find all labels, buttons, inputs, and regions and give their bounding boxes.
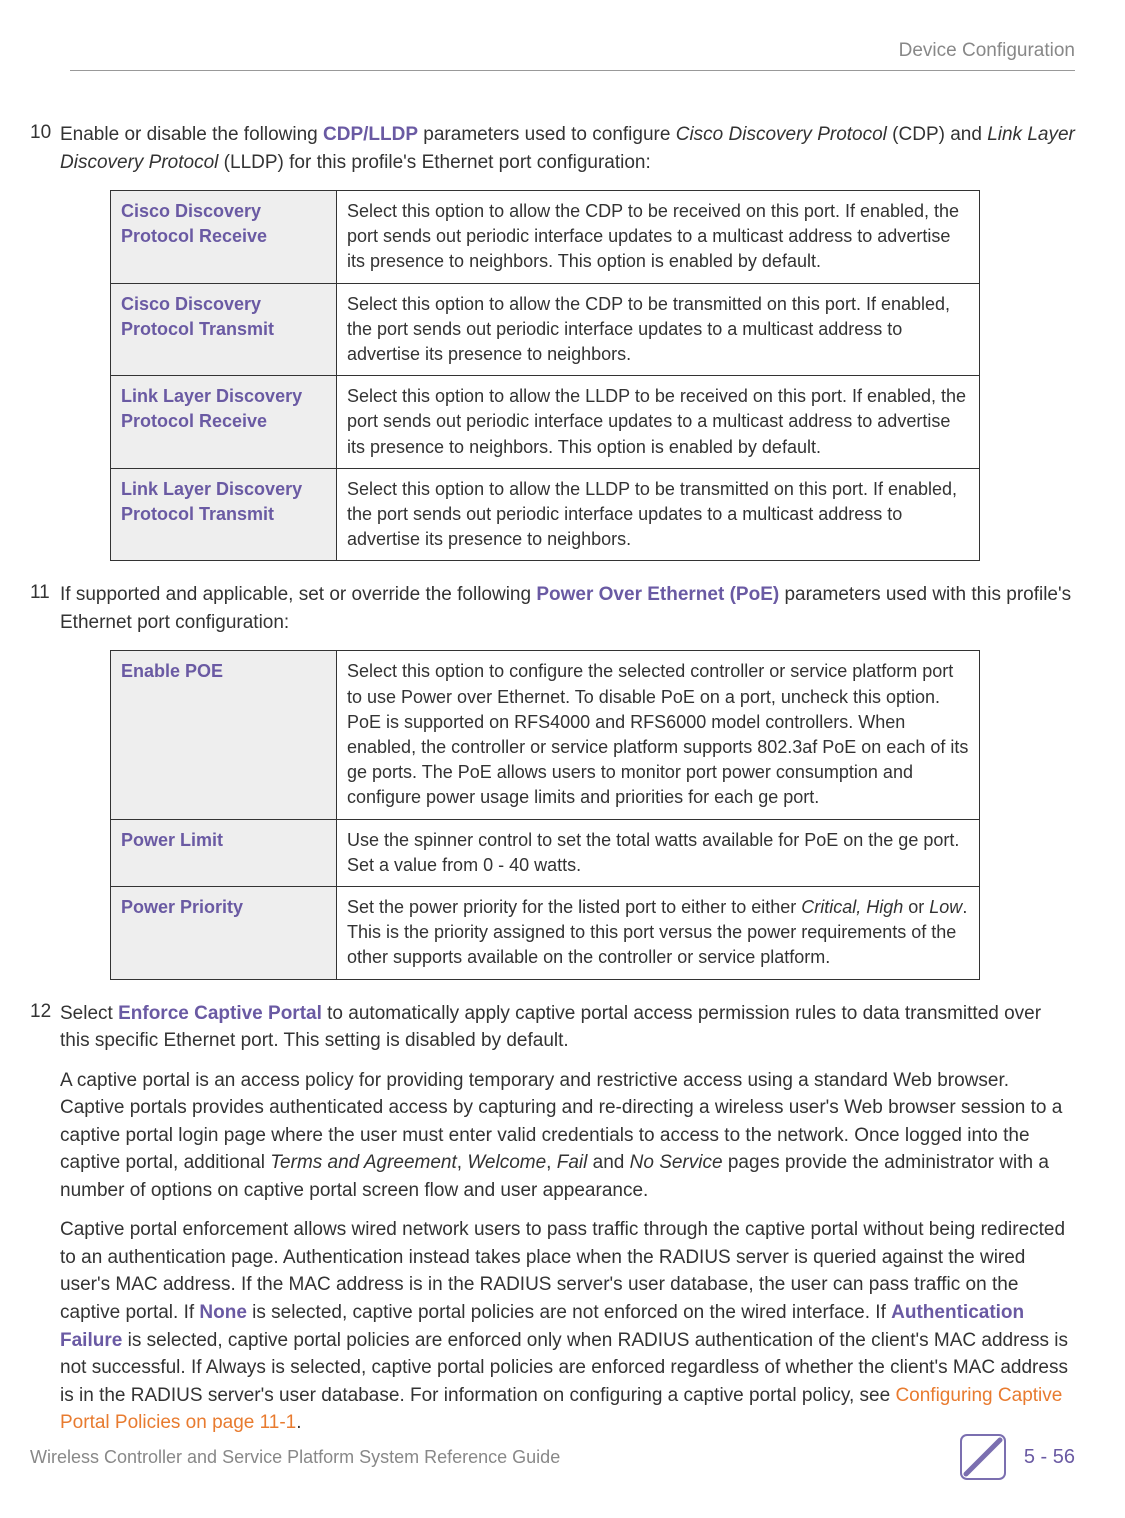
page-footer: Wireless Controller and Service Platform… xyxy=(30,1434,1075,1480)
step-number: 10 xyxy=(30,121,60,144)
step-text: Select Enforce Captive Portal to automat… xyxy=(60,1000,1075,1437)
text: parameters used to configure xyxy=(418,124,676,145)
text: If supported and applicable, set or over… xyxy=(60,584,536,605)
section-header: Device Configuration xyxy=(70,40,1075,71)
text: (LLDP) for this profile's Ethernet port … xyxy=(218,152,650,173)
step-text: If supported and applicable, set or over… xyxy=(60,581,1075,636)
inline-bold: CDP/LLDP xyxy=(323,124,418,145)
param-label: Cisco Discovery Protocol Transmit xyxy=(111,283,337,376)
inline-italic: Critical, High xyxy=(801,897,903,917)
inline-bold: None xyxy=(199,1302,247,1323)
param-label: Link Layer Discovery Protocol Receive xyxy=(111,376,337,469)
text: (CDP) and xyxy=(887,124,987,145)
inline-italic: Low xyxy=(929,897,962,917)
step-11: 11 If supported and applicable, set or o… xyxy=(30,581,1075,636)
table-row: Power Priority Set the power priority fo… xyxy=(111,886,980,979)
text: . xyxy=(296,1412,301,1433)
text: or xyxy=(903,897,929,917)
paragraph: Select Enforce Captive Portal to automat… xyxy=(60,1000,1075,1055)
text: , xyxy=(457,1152,468,1173)
paragraph: Captive portal enforcement allows wired … xyxy=(60,1216,1075,1436)
param-desc: Select this option to configure the sele… xyxy=(337,651,980,819)
page-number: 5 - 56 xyxy=(1024,1446,1075,1469)
table-row: Cisco Discovery Protocol Transmit Select… xyxy=(111,283,980,376)
step-10: 10 Enable or disable the following CDP/L… xyxy=(30,121,1075,176)
param-label: Power Priority xyxy=(111,886,337,979)
inline-italic: Cisco Discovery Protocol xyxy=(676,124,887,145)
cdp-lldp-table: Cisco Discovery Protocol Receive Select … xyxy=(110,190,980,561)
text: , xyxy=(546,1152,557,1173)
footer-title: Wireless Controller and Service Platform… xyxy=(30,1447,960,1468)
step-12: 12 Select Enforce Captive Portal to auto… xyxy=(30,1000,1075,1437)
param-label: Enable POE xyxy=(111,651,337,819)
inline-bold: Power Over Ethernet (PoE) xyxy=(536,584,779,605)
inline-italic: Terms and Agreement xyxy=(270,1152,457,1173)
inline-bold: Enforce Captive Portal xyxy=(118,1003,322,1024)
inline-italic: Welcome xyxy=(467,1152,546,1173)
param-label: Link Layer Discovery Protocol Transmit xyxy=(111,468,337,561)
inline-italic: Fail xyxy=(557,1152,588,1173)
text: Select xyxy=(60,1003,118,1024)
badge-icon xyxy=(960,1434,1006,1480)
table-row: Link Layer Discovery Protocol Transmit S… xyxy=(111,468,980,561)
footer-right: 5 - 56 xyxy=(960,1434,1075,1480)
param-desc: Select this option to allow the CDP to b… xyxy=(337,191,980,284)
step-number: 11 xyxy=(30,581,60,604)
param-desc: Select this option to allow the LLDP to … xyxy=(337,468,980,561)
param-desc: Select this option to allow the LLDP to … xyxy=(337,376,980,469)
inline-italic: No Service xyxy=(630,1152,723,1173)
text: Set the power priority for the listed po… xyxy=(347,897,801,917)
text: and xyxy=(587,1152,629,1173)
table-row: Cisco Discovery Protocol Receive Select … xyxy=(111,191,980,284)
param-label: Power Limit xyxy=(111,819,337,886)
param-label: Cisco Discovery Protocol Receive xyxy=(111,191,337,284)
text: is selected, captive portal policies are… xyxy=(247,1302,891,1323)
param-desc: Set the power priority for the listed po… xyxy=(337,886,980,979)
poe-table: Enable POE Select this option to configu… xyxy=(110,650,980,979)
section-title: Device Configuration xyxy=(899,40,1075,61)
text: Enable or disable the following xyxy=(60,124,323,145)
step-number: 12 xyxy=(30,1000,60,1023)
paragraph: A captive portal is an access policy for… xyxy=(60,1067,1075,1205)
table-row: Enable POE Select this option to configu… xyxy=(111,651,980,819)
table-row: Link Layer Discovery Protocol Receive Se… xyxy=(111,376,980,469)
param-desc: Use the spinner control to set the total… xyxy=(337,819,980,886)
param-desc: Select this option to allow the CDP to b… xyxy=(337,283,980,376)
table-row: Power Limit Use the spinner control to s… xyxy=(111,819,980,886)
step-text: Enable or disable the following CDP/LLDP… xyxy=(60,121,1075,176)
